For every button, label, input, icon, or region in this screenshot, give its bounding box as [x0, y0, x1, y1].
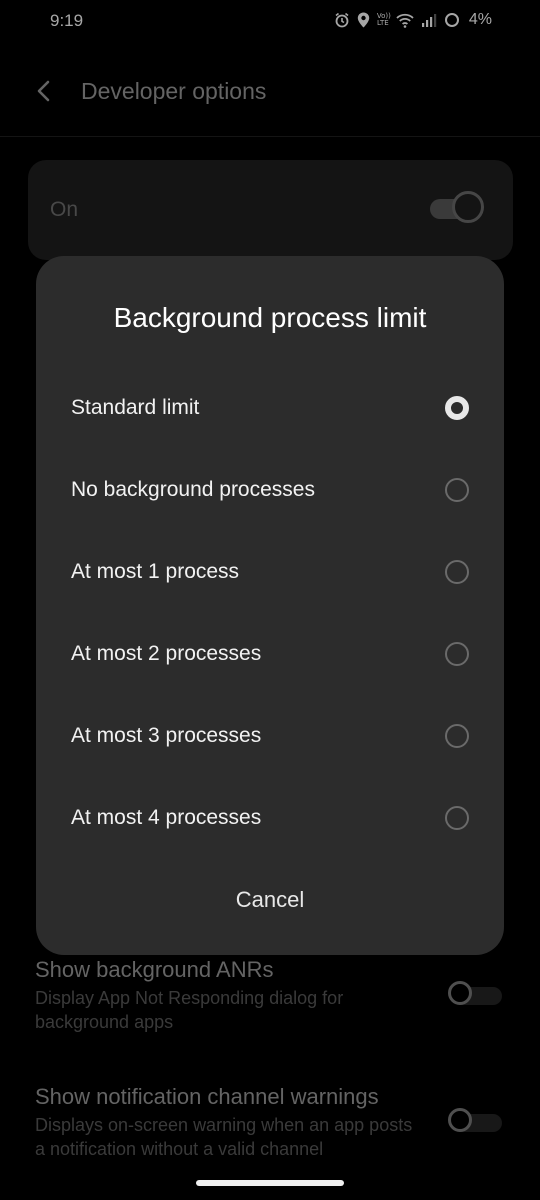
radio-unchecked-icon[interactable]	[445, 478, 469, 502]
option-label: No background processes	[71, 478, 315, 501]
radio-unchecked-icon[interactable]	[445, 724, 469, 748]
option-label: At most 2 processes	[71, 642, 262, 665]
option-label: At most 4 processes	[71, 806, 262, 829]
cancel-button[interactable]: Cancel	[170, 876, 370, 924]
option-label: At most 1 process	[71, 560, 240, 583]
radio-unchecked-icon[interactable]	[445, 806, 469, 830]
radio-unchecked-icon[interactable]	[445, 560, 469, 584]
option-at-most-1-process[interactable]: At most 1 process	[36, 532, 504, 614]
radio-checked-icon[interactable]	[445, 396, 469, 420]
option-at-most-2-processes[interactable]: At most 2 processes	[36, 614, 504, 696]
background-process-limit-dialog: Background process limit Standard limit …	[36, 256, 504, 955]
gesture-navigation-handle[interactable]	[196, 1180, 344, 1186]
option-at-most-4-processes[interactable]: At most 4 processes	[36, 778, 504, 860]
option-label: Standard limit	[71, 396, 200, 419]
dialog-title: Background process limit	[113, 302, 427, 333]
option-no-background-processes[interactable]: No background processes	[36, 450, 504, 532]
radio-unchecked-icon[interactable]	[445, 642, 469, 666]
option-at-most-3-processes[interactable]: At most 3 processes	[36, 696, 504, 778]
option-standard-limit[interactable]: Standard limit	[36, 368, 504, 450]
option-label: At most 3 processes	[71, 724, 262, 747]
